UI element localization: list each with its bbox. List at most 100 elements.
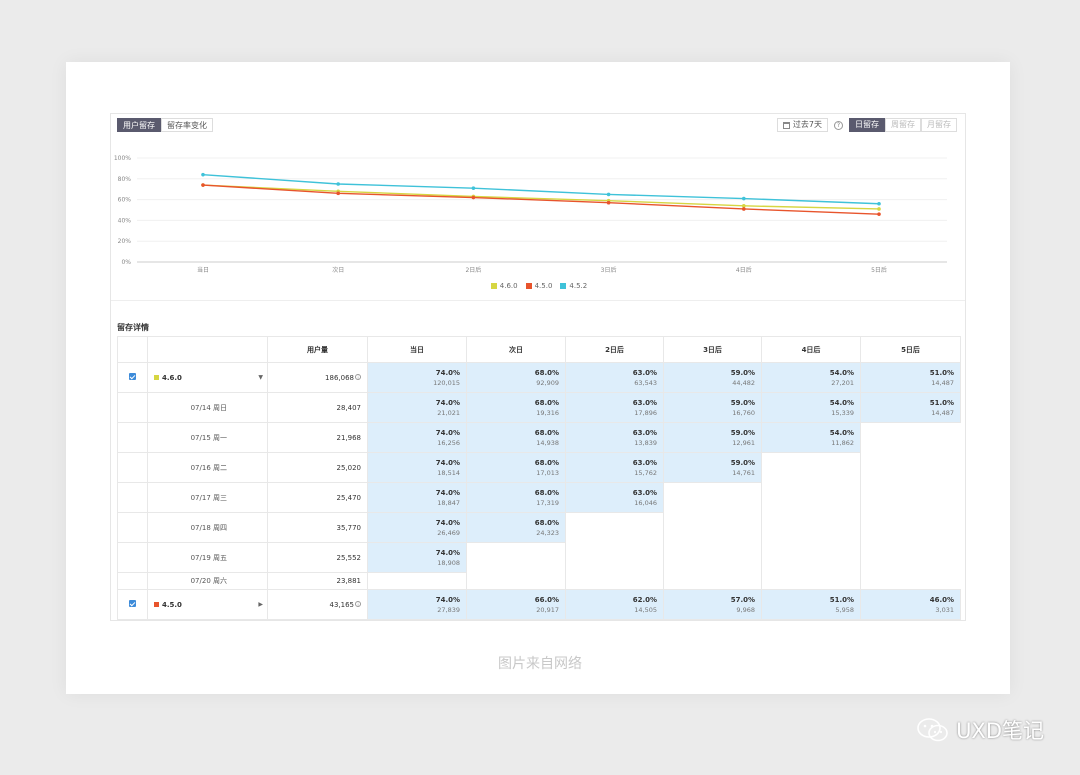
retention-cell: 51.0% 14,487	[860, 362, 961, 393]
help-icon[interactable]: ?	[834, 120, 843, 130]
tab-retention-change[interactable]: 留存率变化	[161, 118, 213, 132]
empty-cell	[663, 482, 762, 513]
empty-cell	[860, 482, 961, 513]
retention-pct: 51.0%	[829, 595, 854, 604]
retention-pct: 68.0%	[534, 518, 559, 527]
empty-cell	[761, 482, 861, 513]
table-row-version[interactable]: 4.5.0 ▶ 43,165 i 74.0% 27,839 66.0% 20,917 62.0%…	[117, 589, 961, 620]
daily-retention-button[interactable]: 日留存	[849, 118, 885, 132]
retention-count: 120,015	[433, 378, 460, 387]
header-day4: 4日后	[761, 336, 861, 363]
legend-item-4-5-2[interactable]: 4.5.2	[560, 282, 587, 290]
retention-count: 14,487	[931, 408, 954, 417]
row-checkbox-cell	[117, 589, 148, 620]
retention-cell: 74.0% 120,015	[367, 362, 467, 393]
retention-cell: 59.0% 14,761	[663, 452, 762, 483]
empty-cell	[761, 572, 861, 590]
header-day5: 5日后	[860, 336, 961, 363]
view-tabs: 用户留存 留存率变化	[117, 118, 213, 132]
retention-count: 16,760	[732, 408, 755, 417]
version-label: 4.5.0	[154, 601, 182, 609]
header-day0: 当日	[367, 336, 467, 363]
expand-caret-icon[interactable]: ▶	[258, 601, 263, 608]
retention-count: 3,031	[935, 605, 954, 614]
retention-cell: 66.0% 20,917	[466, 589, 566, 620]
retention-pct: 68.0%	[534, 428, 559, 437]
date-cell: 07/20 周六	[147, 572, 268, 590]
version-name: 4.5.0	[162, 600, 182, 609]
retention-count: 13,839	[634, 438, 657, 447]
y-tick-label: 0%	[121, 259, 131, 266]
empty-cell	[466, 572, 566, 590]
row-checkbox[interactable]	[129, 600, 136, 607]
monthly-retention-button[interactable]: 月留存	[921, 118, 957, 132]
date-range-label: 过去7天	[792, 120, 822, 129]
image-caption: 图片来自网络	[498, 656, 582, 672]
legend-item-4-5-0[interactable]: 4.5.0	[525, 282, 552, 290]
version-box: 4.6.0 ▼	[154, 374, 267, 382]
retention-pct: 46.0%	[929, 595, 954, 604]
retention-pct: 59.0%	[730, 428, 755, 437]
empty-cell	[860, 542, 961, 573]
retention-cell: 63.0% 13,839	[565, 422, 664, 453]
y-tick-label: 60%	[118, 197, 132, 204]
users-value: 43,165	[329, 600, 355, 609]
date-cell: 07/14 周日	[147, 392, 268, 423]
retention-count: 14,505	[634, 605, 657, 614]
retention-count: 27,201	[831, 378, 854, 387]
retention-count: 16,046	[634, 498, 657, 507]
version-cell: 4.5.0 ▶	[147, 589, 268, 620]
version-label: 4.6.0	[154, 374, 182, 382]
y-tick-label: 80%	[118, 176, 132, 183]
table-row-date: 07/20 周六 23,881	[117, 572, 961, 590]
watermark-text: UXD笔记	[956, 719, 1044, 743]
retention-count: 44,482	[732, 378, 755, 387]
retention-count: 92,909	[536, 378, 559, 387]
weekly-retention-button[interactable]: 周留存	[885, 118, 921, 132]
retention-line-chart: 0% 20% 40% 60% 80% 100% 当日 次日 2日后 3日后 4日后 5日后	[114, 155, 947, 274]
retention-table-wrap: 用户量 当日 次日 2日后 3日后 4日后 5日后 4.6.0 ▼ 186,068 i…	[117, 336, 961, 620]
users-cell: 28,407	[267, 392, 368, 423]
empty-cell	[117, 482, 148, 513]
data-point	[742, 207, 746, 211]
users-cell: 43,165 i	[267, 589, 368, 620]
x-tick-label: 5日后	[871, 266, 887, 274]
data-point	[742, 204, 746, 208]
retention-cell: 63.0% 63,543	[565, 362, 664, 393]
retention-count: 16,256	[437, 438, 460, 447]
retention-count: 17,319	[536, 498, 559, 507]
empty-cell	[117, 542, 148, 573]
retention-pct: 74.0%	[435, 488, 460, 497]
empty-cell	[663, 572, 762, 590]
legend-item-4-6-0[interactable]: 4.6.0	[490, 282, 518, 290]
info-icon[interactable]: i	[355, 600, 361, 607]
retention-cell: 51.0% 14,487	[860, 392, 961, 423]
retention-cell: 74.0% 18,847	[367, 482, 467, 513]
retention-pct: 68.0%	[534, 458, 559, 467]
x-tick-label: 3日后	[601, 266, 617, 274]
retention-cell: 46.0% 3,031	[860, 589, 961, 620]
retention-pct: 74.0%	[435, 458, 460, 467]
retention-pct: 68.0%	[534, 398, 559, 407]
info-icon[interactable]: i	[355, 373, 361, 380]
version-cell: 4.6.0 ▼	[147, 362, 268, 393]
empty-cell	[117, 392, 148, 423]
expand-caret-icon[interactable]: ▼	[258, 374, 263, 381]
y-tick-label: 100%	[114, 155, 131, 162]
tab-user-retention[interactable]: 用户留存	[117, 118, 161, 132]
date-range-button[interactable]: 过去7天	[776, 118, 828, 132]
retention-cell: 68.0% 17,013	[466, 452, 566, 483]
table-row-version[interactable]: 4.6.0 ▼ 186,068 i 74.0% 120,015 68.0% 92,909 63.…	[117, 362, 961, 393]
empty-cell	[565, 572, 664, 590]
retention-count: 17,896	[634, 408, 657, 417]
retention-pct: 59.0%	[730, 398, 755, 407]
data-point	[877, 212, 881, 216]
retention-pct: 57.0%	[730, 595, 755, 604]
date-cell: 07/16 周二	[147, 452, 268, 483]
retention-table: 用户量 当日 次日 2日后 3日后 4日后 5日后 4.6.0 ▼ 186,068 i…	[117, 336, 961, 620]
retention-count: 24,323	[536, 528, 559, 537]
empty-cell	[663, 512, 762, 543]
x-tick-label: 次日	[332, 266, 344, 274]
row-checkbox[interactable]	[129, 373, 136, 380]
retention-pct: 51.0%	[929, 368, 954, 377]
